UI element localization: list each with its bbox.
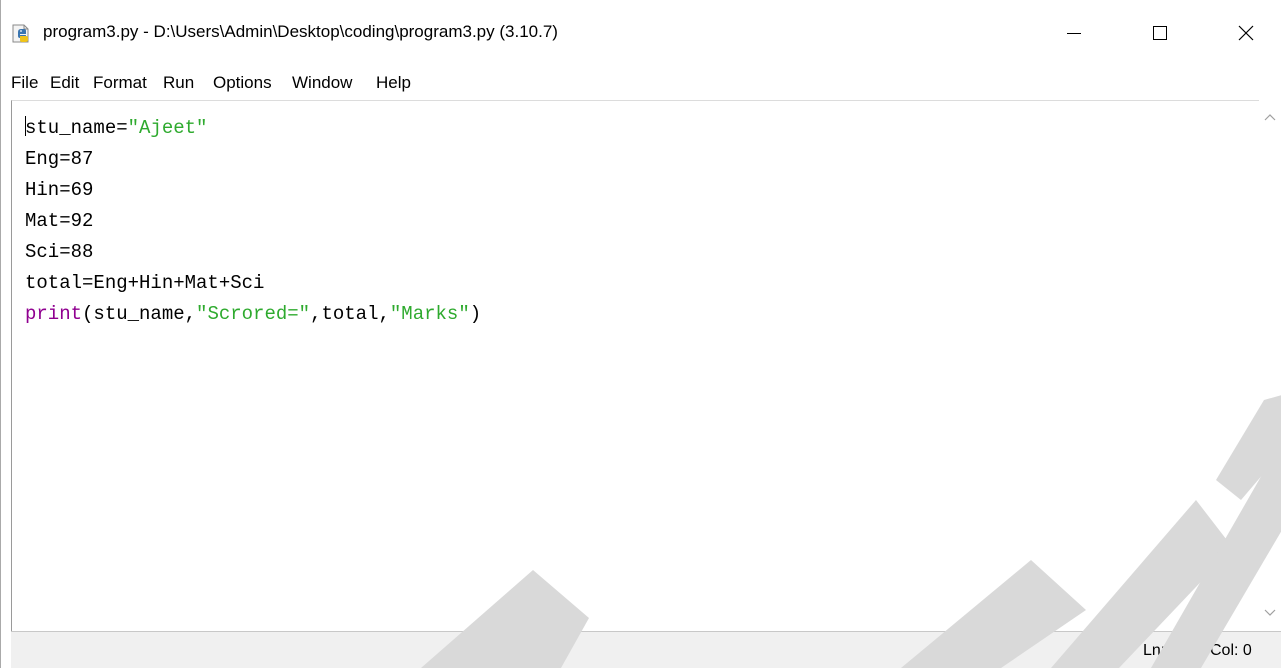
menu-window[interactable]: Window [292, 73, 352, 93]
builtin-token: print [25, 303, 83, 325]
minimize-button[interactable] [1046, 10, 1102, 56]
code-token: stu_name= [25, 117, 128, 139]
title-bar[interactable]: program3.py - D:\Users\Admin\Desktop\cod… [1, 0, 1281, 64]
minimize-icon [1067, 33, 1081, 34]
menu-edit[interactable]: Edit [50, 73, 79, 93]
close-button[interactable] [1218, 10, 1274, 56]
code-line[interactable]: stu_name="Ajeet" [25, 113, 481, 144]
close-icon [1238, 25, 1254, 41]
menu-help[interactable]: Help [376, 73, 411, 93]
maximize-icon [1153, 26, 1167, 40]
code-line[interactable]: Sci=88 [25, 237, 481, 268]
status-bar: Ln: 1 Col: 0 [11, 631, 1281, 668]
string-token: "Ajeet" [127, 117, 208, 139]
window-title: program3.py - D:\Users\Admin\Desktop\cod… [43, 22, 558, 41]
code-token: Sci=88 [25, 241, 94, 263]
menu-options[interactable]: Options [213, 73, 272, 93]
maximize-button[interactable] [1132, 10, 1188, 56]
code-editor[interactable]: stu_name="Ajeet" Eng=87 Hin=69 Mat=92 Sci=88… [11, 100, 1281, 631]
code-line[interactable]: Eng=87 [25, 144, 481, 175]
column-indicator: Col: 0 [1210, 642, 1252, 659]
code-token: Mat=92 [25, 210, 94, 232]
idle-editor-window: program3.py - D:\Users\Admin\Desktop\cod… [0, 0, 1281, 668]
line-indicator: Ln: 1 [1143, 642, 1179, 659]
menu-format[interactable]: Format [93, 73, 147, 93]
vertical-scrollbar[interactable] [1259, 100, 1281, 631]
scroll-up-icon[interactable] [1263, 112, 1277, 122]
string-token: "Scrored=" [196, 303, 311, 325]
scroll-down-icon[interactable] [1263, 608, 1277, 618]
code-text[interactable]: stu_name="Ajeet" Eng=87 Hin=69 Mat=92 Sci=88… [25, 113, 481, 330]
code-token: (stu_name, [82, 303, 197, 325]
string-token: "Marks" [389, 303, 470, 325]
code-token: Eng=87 [25, 148, 94, 170]
code-token: ,total, [310, 303, 390, 325]
menu-run[interactable]: Run [163, 73, 194, 93]
code-line[interactable]: Mat=92 [25, 206, 481, 237]
code-token: Hin=69 [25, 179, 94, 201]
menu-file[interactable]: File [11, 73, 38, 93]
code-token: ) [469, 303, 482, 325]
code-line[interactable]: total=Eng+Hin+Mat+Sci [25, 268, 481, 299]
code-line[interactable]: Hin=69 [25, 175, 481, 206]
code-line[interactable]: print(stu_name,"Scrored=",total,"Marks") [25, 299, 481, 330]
code-token: total=Eng+Hin+Mat+Sci [25, 272, 265, 294]
menu-bar: File Edit Format Run Options Window Help [1, 66, 1281, 100]
python-file-icon [11, 24, 33, 44]
